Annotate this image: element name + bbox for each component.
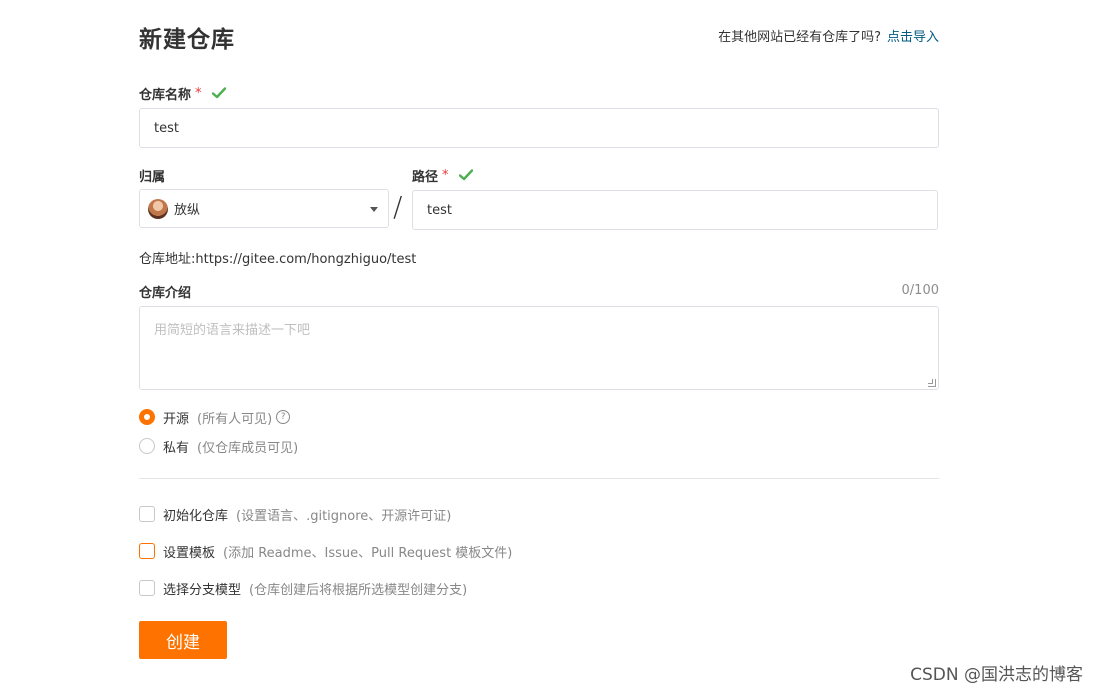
branch-model-checkbox[interactable] [139, 580, 155, 596]
create-button[interactable]: 创建 [139, 621, 227, 659]
owner-path-separator: / [393, 190, 403, 223]
repo-url-label: 仓库地址: [139, 252, 196, 267]
visibility-private-option[interactable]: 私有 (仅仓库成员可见) [139, 437, 299, 456]
branch-model-hint: (仓库创建后将根据所选模型创建分支) [249, 582, 468, 598]
owner-select[interactable]: 放纵 [139, 189, 389, 228]
required-mark: * [442, 167, 449, 183]
owner-select-value: 放纵 [174, 203, 201, 218]
avatar [148, 198, 168, 219]
check-valid-icon [211, 87, 226, 99]
radio-selected-icon[interactable] [139, 409, 155, 425]
template-label: 设置模板 [163, 545, 216, 561]
import-prompt-wrap: 在其他网站已经有仓库了吗? 点击导入 [718, 26, 939, 45]
path-label-text: 路径 [412, 169, 439, 185]
required-mark: * [195, 85, 202, 101]
new-repo-form-page: 新建仓库 在其他网站已经有仓库了吗? 点击导入 仓库名称 * test 归属 放纵… [139, 0, 939, 691]
path-input[interactable]: test [412, 190, 938, 230]
visibility-public-label: 开源 [163, 411, 190, 427]
resize-handle-icon[interactable] [928, 379, 936, 387]
repo-url-value: https://gitee.com/hongzhiguo/test [195, 252, 417, 267]
visibility-private-label: 私有 [163, 440, 190, 456]
description-label: 仓库介绍 [139, 282, 192, 301]
description-placeholder: 用简短的语言来描述一下吧 [154, 323, 311, 338]
repo-url: 仓库地址:https://gitee.com/hongzhiguo/test [139, 248, 416, 267]
watermark: CSDN @国洪志的博客 [910, 665, 1083, 685]
owner-label: 归属 [139, 166, 166, 185]
description-counter: 0/100 [901, 283, 939, 298]
import-prompt: 在其他网站已经有仓库了吗? [718, 30, 881, 45]
visibility-public-hint: (所有人可见) [197, 411, 273, 427]
branch-model-option[interactable]: 选择分支模型 (仓库创建后将根据所选模型创建分支) [139, 579, 468, 598]
owner-label-text: 归属 [139, 169, 166, 185]
visibility-private-hint: (仅仓库成员可见) [197, 440, 299, 456]
repo-name-value: test [154, 120, 179, 136]
path-value: test [427, 202, 452, 218]
import-link[interactable]: 点击导入 [887, 30, 939, 45]
question-help-icon[interactable]: ? [276, 410, 291, 424]
repo-name-label: 仓库名称 * [139, 84, 226, 103]
branch-model-label: 选择分支模型 [163, 582, 242, 598]
radio-unselected-icon[interactable] [139, 438, 155, 454]
init-repo-option[interactable]: 初始化仓库 (设置语言、.gitignore、开源许可证) [139, 505, 452, 524]
init-repo-hint: (设置语言、.gitignore、开源许可证) [236, 508, 452, 524]
header: 新建仓库 在其他网站已经有仓库了吗? 点击导入 [139, 18, 939, 53]
init-repo-checkbox[interactable] [139, 506, 155, 522]
template-option[interactable]: 设置模板 (添加 Readme、Issue、Pull Request 模板文件) [139, 542, 513, 561]
description-textarea[interactable]: 用简短的语言来描述一下吧 [139, 306, 939, 390]
template-checkbox[interactable] [139, 543, 155, 559]
divider [139, 478, 939, 479]
template-hint: (添加 Readme、Issue、Pull Request 模板文件) [223, 545, 513, 561]
description-label-text: 仓库介绍 [139, 285, 192, 301]
check-valid-icon [458, 169, 473, 181]
page-title: 新建仓库 [139, 27, 235, 53]
path-label: 路径 * [412, 166, 473, 185]
caret-down-icon [370, 207, 378, 212]
repo-name-label-text: 仓库名称 [139, 87, 192, 103]
init-repo-label: 初始化仓库 [163, 508, 229, 524]
visibility-public-option[interactable]: 开源 (所有人可见) ? [139, 408, 291, 427]
repo-name-input[interactable]: test [139, 108, 939, 148]
